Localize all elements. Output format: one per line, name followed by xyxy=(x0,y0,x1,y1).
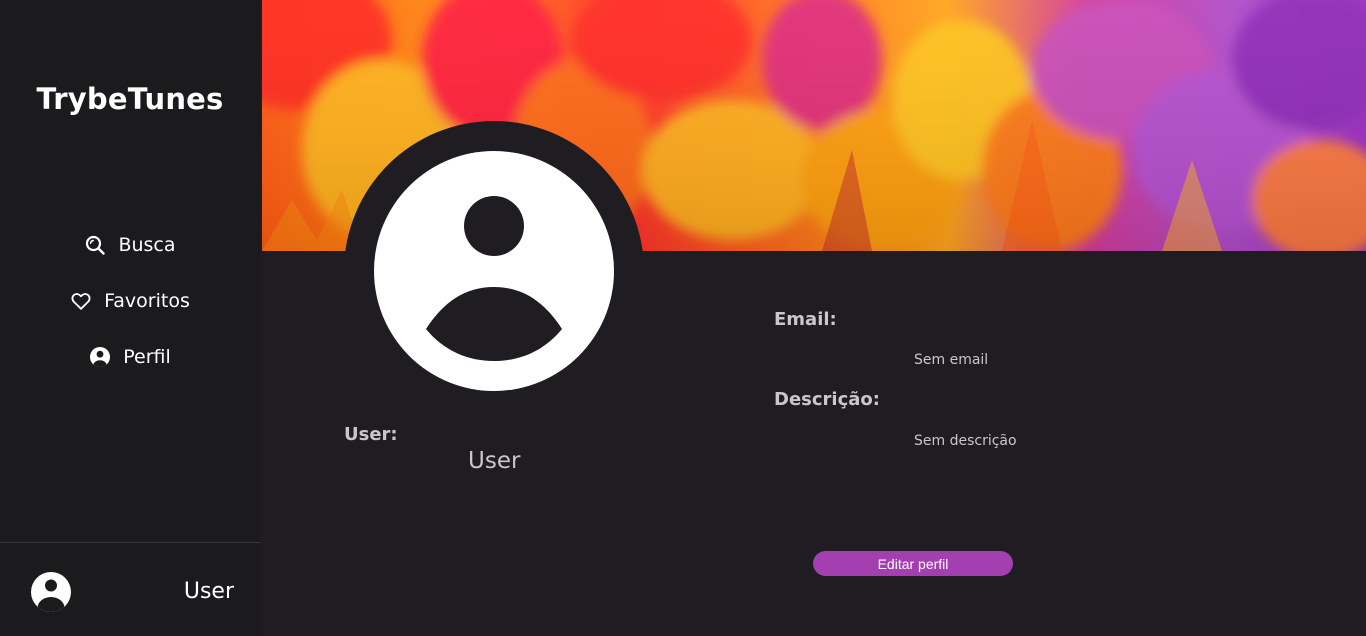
email-label: Email: xyxy=(774,309,837,330)
search-icon xyxy=(84,234,106,256)
heart-icon xyxy=(70,290,92,312)
user-circle-icon xyxy=(89,346,111,368)
edit-profile-button[interactable]: Editar perfil xyxy=(813,551,1013,576)
description-value: Sem descrição xyxy=(914,433,1017,449)
sidebar-item-busca[interactable]: Busca xyxy=(0,230,260,260)
user-value: User xyxy=(468,448,521,474)
sidebar-user-name: User xyxy=(183,579,234,604)
sidebar-user[interactable]: User xyxy=(0,543,260,636)
app-logo: TrybeTunes xyxy=(36,82,224,116)
description-label: Descrição: xyxy=(774,389,880,410)
sidebar-item-favoritos[interactable]: Favoritos xyxy=(0,286,260,316)
sidebar-item-label: Favoritos xyxy=(104,290,190,312)
sidebar-item-perfil[interactable]: Perfil xyxy=(0,342,260,372)
email-value: Sem email xyxy=(914,352,989,368)
profile-avatar-icon xyxy=(374,151,614,391)
sidebar-item-label: Perfil xyxy=(123,346,171,368)
app-root: TrybeTunes Busca Favoritos Perfil User U… xyxy=(0,0,1366,636)
user-label: User: xyxy=(344,424,398,445)
sidebar-item-label: Busca xyxy=(118,234,176,256)
sidebar: TrybeTunes Busca Favoritos Perfil User xyxy=(0,0,260,636)
user-avatar-icon xyxy=(31,572,71,612)
